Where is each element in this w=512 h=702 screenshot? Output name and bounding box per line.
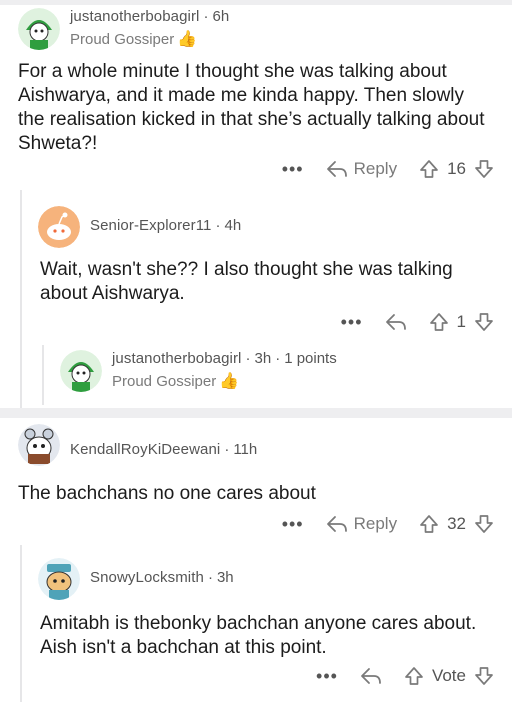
reply-label: Reply [353, 514, 398, 533]
thread-separator [0, 408, 512, 418]
comment-header: Senior-Explorer11 · 4h [38, 206, 241, 248]
vote-score: 32 [447, 514, 466, 533]
upvote-arrow-icon[interactable] [419, 514, 439, 534]
separator-dot: · [275, 350, 281, 367]
avatar[interactable] [18, 424, 60, 466]
more-options-button[interactable]: ••• [341, 312, 363, 333]
avatar[interactable] [38, 558, 80, 600]
comment-header: SnowyLocksmith · 3h [38, 558, 234, 600]
thread-line[interactable] [20, 190, 22, 410]
downvote-arrow-icon[interactable] [474, 666, 494, 686]
reply-arrow-icon [326, 515, 348, 533]
more-options-icon: ••• [281, 513, 304, 534]
comment-body: For a whole minute I thought she was tal… [18, 61, 485, 154]
thumbs-up-icon: 👍 [219, 373, 240, 390]
comment-actions: ••• Vote [0, 663, 494, 689]
timestamp: 3h [254, 350, 272, 367]
vote-score: 16 [447, 159, 466, 178]
user-flair: Proud Gossiper 👍 [112, 371, 337, 391]
more-options-button[interactable]: ••• [282, 159, 304, 180]
vote-controls: Vote [404, 666, 494, 686]
comment-actions: ••• 1 [0, 309, 494, 335]
avatar[interactable] [18, 8, 60, 50]
username[interactable]: SnowyLocksmith [90, 569, 204, 586]
downvote-arrow-icon[interactable] [474, 514, 494, 534]
username[interactable]: justanotherbobagirl [112, 350, 242, 367]
comment-body: Wait, wasn't she?? I also thought she wa… [40, 259, 453, 304]
reply-arrow-icon [326, 160, 348, 178]
vote-controls: 32 [419, 514, 494, 534]
reply-button[interactable]: Reply [326, 159, 397, 179]
more-options-icon: ••• [316, 665, 338, 686]
comment-meta: KendallRoyKiDeewani · 11h [70, 441, 257, 458]
comment-body: The bachchans no one cares about [18, 483, 316, 504]
flair-label: Proud Gossiper [112, 372, 217, 390]
timestamp: 6h [212, 8, 230, 25]
more-options-button[interactable]: ••• [316, 666, 338, 687]
thumbs-up-icon: 👍 [177, 31, 198, 48]
vote-label: Vote [431, 666, 466, 685]
username[interactable]: Senior-Explorer11 [90, 217, 211, 234]
comment-actions: ••• Reply 16 [0, 156, 494, 182]
username[interactable]: justanotherbobagirl [70, 8, 200, 25]
vote-controls: 1 [429, 312, 494, 332]
thread-line[interactable] [42, 345, 44, 405]
more-options-icon: ••• [340, 311, 363, 332]
comment-meta: justanotherbobagirl · 6h Proud Gossiper 👍 [70, 8, 229, 49]
username[interactable]: KendallRoyKiDeewani [70, 441, 220, 458]
comment-meta: Senior-Explorer11 · 4h [90, 217, 241, 234]
reply-button[interactable] [360, 667, 382, 685]
separator-dot: · [203, 8, 209, 25]
points-count: 1 points [284, 350, 337, 367]
separator-dot: · [215, 217, 221, 234]
comment-body: Amitabh is thebonky bachchan anyone care… [40, 613, 477, 658]
separator-dot: · [207, 569, 213, 586]
downvote-arrow-icon[interactable] [474, 312, 494, 332]
timestamp: 4h [224, 217, 242, 234]
flair-label: Proud Gossiper [70, 30, 175, 48]
comment-meta: SnowyLocksmith · 3h [90, 569, 234, 586]
separator-dot: · [245, 350, 251, 367]
upvote-arrow-icon[interactable] [404, 666, 424, 686]
timestamp: 11h [233, 441, 258, 458]
vote-controls: 16 [419, 159, 494, 179]
top-separator [0, 0, 512, 5]
timestamp: 3h [216, 569, 234, 586]
vote-score: 1 [456, 312, 466, 331]
separator-dot: · [224, 441, 230, 458]
comment-header: justanotherbobagirl · 3h · 1 points Proud Go… [60, 350, 337, 392]
reply-label: Reply [353, 159, 398, 178]
more-options-button[interactable]: ••• [282, 514, 304, 535]
comment-header: justanotherbobagirl · 6h Proud Gossiper 👍 [18, 8, 229, 50]
user-flair: Proud Gossiper 👍 [70, 29, 229, 49]
avatar[interactable] [60, 350, 102, 392]
comment-actions: ••• Reply 32 [0, 511, 494, 537]
comment-meta: justanotherbobagirl · 3h · 1 points Proud Go… [112, 350, 337, 391]
downvote-arrow-icon[interactable] [474, 159, 494, 179]
avatar[interactable] [38, 206, 80, 248]
upvote-arrow-icon[interactable] [429, 312, 449, 332]
reply-button[interactable] [385, 313, 407, 331]
reply-arrow-icon [360, 667, 382, 685]
reply-arrow-icon [385, 313, 407, 331]
more-options-icon: ••• [281, 158, 304, 179]
comment-header: KendallRoyKiDeewani · 11h [18, 424, 257, 466]
upvote-arrow-icon[interactable] [419, 159, 439, 179]
reply-button[interactable]: Reply [326, 514, 397, 534]
